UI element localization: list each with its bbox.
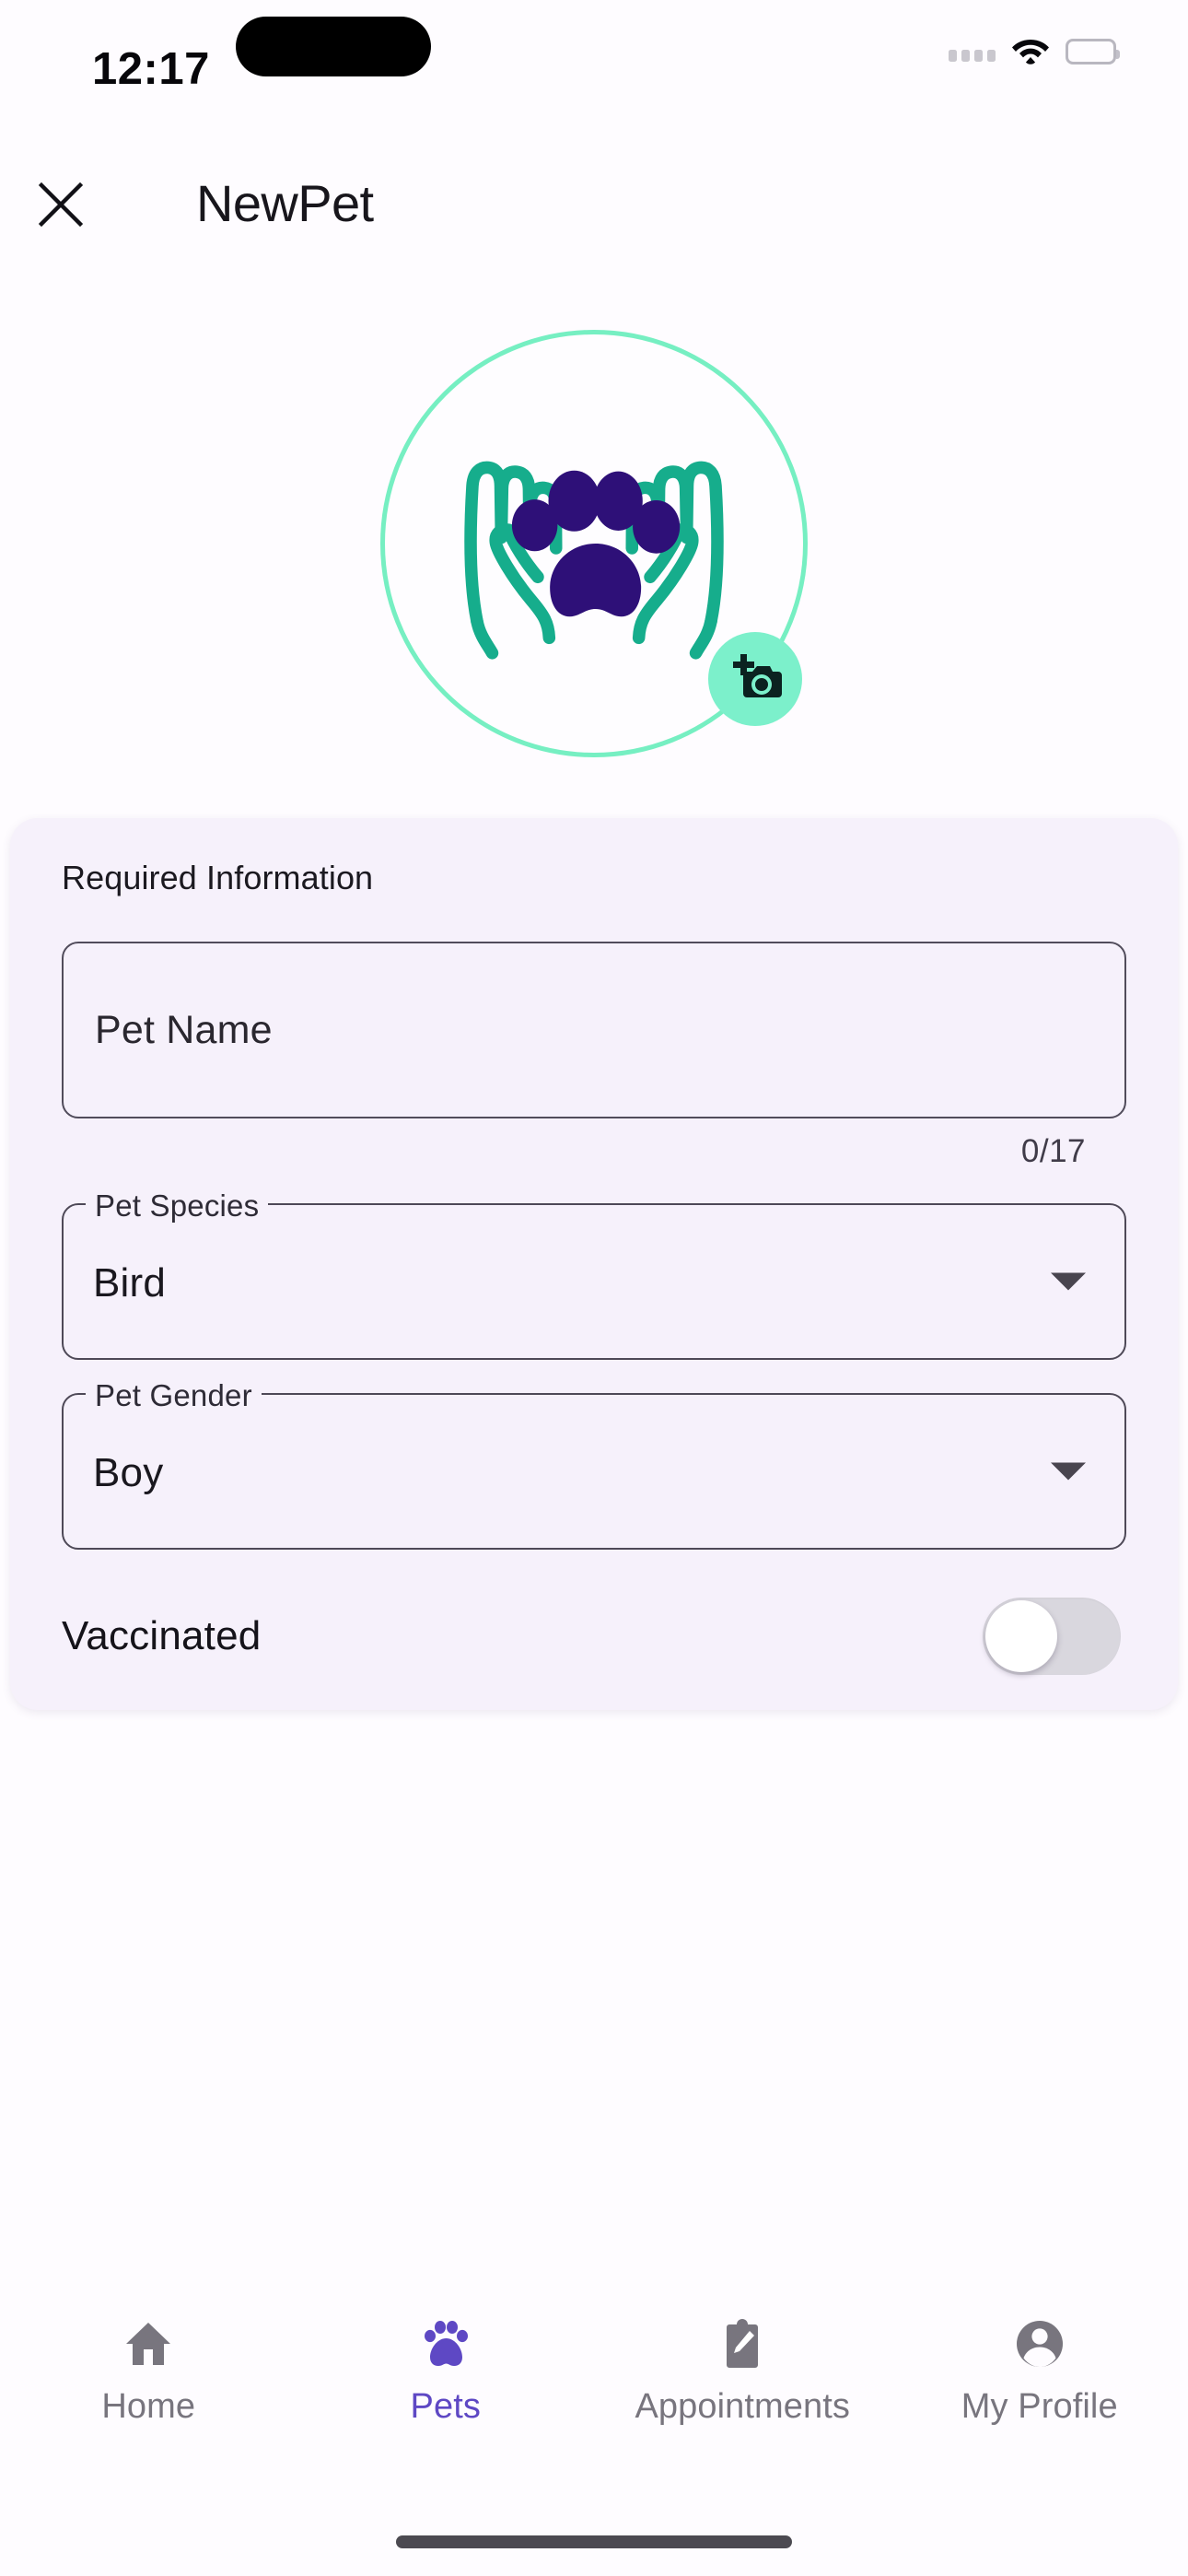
person-circle-icon	[1014, 2315, 1066, 2372]
vaccinated-row: Vaccinated	[62, 1598, 1126, 1675]
pet-gender-outline	[62, 1393, 1126, 1550]
pet-species-dropdown[interactable]: Pet Species Bird	[62, 1188, 1126, 1360]
status-bar: 12:17	[0, 0, 1188, 157]
chevron-down-icon[interactable]	[1051, 1462, 1086, 1481]
nav-item-appointments[interactable]: Appointments	[594, 2315, 891, 2427]
pet-gender-value: Boy	[93, 1450, 164, 1495]
clipboard-pen-icon	[716, 2315, 768, 2372]
pet-species-label: Pet Species	[86, 1188, 269, 1224]
vaccinated-label: Vaccinated	[62, 1613, 262, 1658]
nav-label-my-profile: My Profile	[961, 2387, 1118, 2426]
chevron-down-icon[interactable]	[1051, 1272, 1086, 1291]
add-photo-button[interactable]	[708, 632, 802, 726]
close-button[interactable]	[20, 164, 101, 245]
pet-gender-label: Pet Gender	[86, 1378, 262, 1413]
nav-item-my-profile[interactable]: My Profile	[891, 2315, 1188, 2427]
nav-label-appointments: Appointments	[635, 2387, 851, 2426]
cellular-dots-icon	[949, 49, 996, 62]
section-label: Required Information	[62, 859, 374, 896]
app-header: NewPet	[0, 157, 1188, 253]
battery-icon	[1066, 39, 1120, 64]
pet-name-char-counter: 0/17	[1020, 1133, 1086, 1169]
vaccinated-toggle-knob	[985, 1600, 1057, 1672]
paw-icon	[420, 2315, 472, 2372]
pet-avatar[interactable]	[364, 313, 824, 774]
nav-label-pets: Pets	[410, 2387, 481, 2426]
add-photo-camera-icon	[727, 650, 784, 708]
nav-label-home: Home	[101, 2387, 196, 2426]
vaccinated-toggle[interactable]	[983, 1598, 1121, 1675]
dynamic-island	[236, 17, 431, 76]
page-title: NewPet	[196, 174, 374, 232]
close-icon	[38, 181, 84, 228]
home-indicator	[396, 2535, 792, 2548]
status-bar-indicators	[949, 33, 1120, 70]
home-icon	[122, 2315, 174, 2372]
pet-gender-dropdown[interactable]: Pet Gender Boy	[62, 1378, 1126, 1550]
app-screen: 12:17 NewPet Required Information Pet Na…	[0, 0, 1188, 2576]
pet-name-input[interactable]: Pet Name	[62, 942, 1126, 1118]
required-information-card: Required Information Pet Name 0/17 Pet S…	[10, 818, 1178, 1710]
nav-item-home[interactable]: Home	[0, 2315, 297, 2427]
pet-species-outline	[62, 1203, 1126, 1360]
nav-item-pets[interactable]: Pets	[297, 2315, 594, 2427]
pet-species-value: Bird	[93, 1260, 167, 1306]
pet-name-placeholder: Pet Name	[95, 1007, 273, 1052]
hands-holding-paw-logo	[442, 392, 746, 696]
wifi-icon	[1011, 35, 1050, 69]
bottom-navigation: Home Pets Appointments My Profile	[0, 2301, 1188, 2462]
